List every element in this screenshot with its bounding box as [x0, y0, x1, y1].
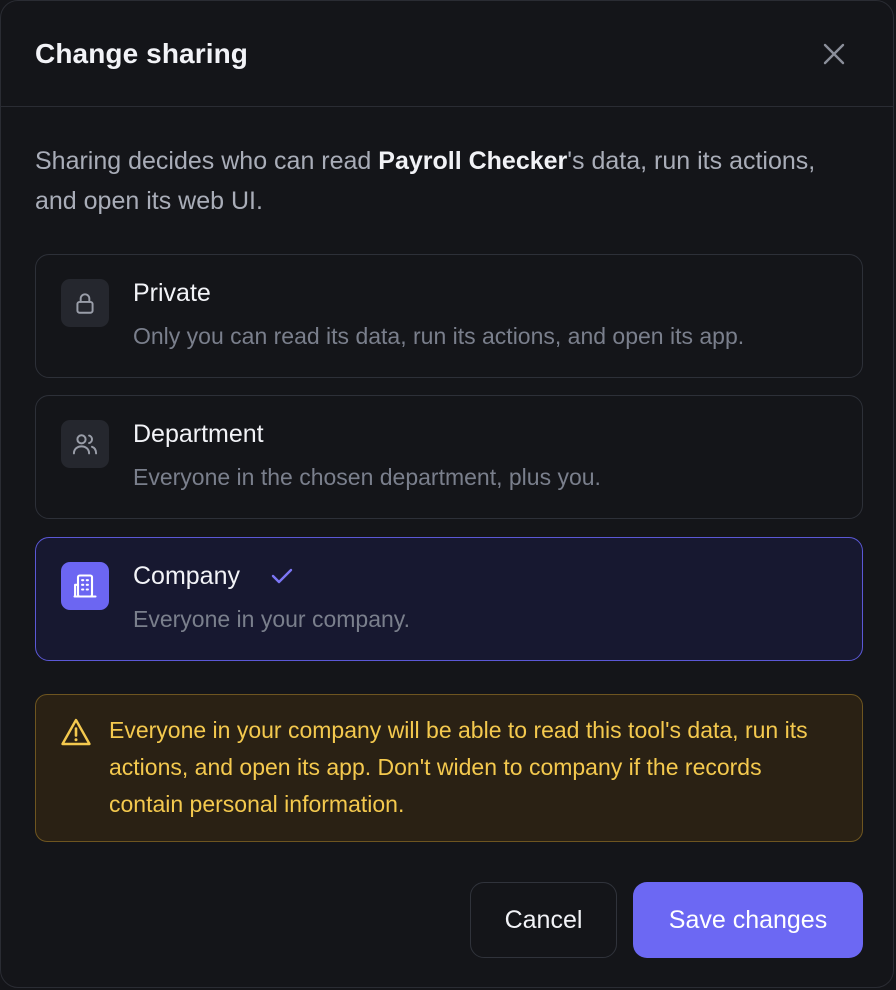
option-private[interactable]: Private Only you can read its data, run …	[35, 254, 863, 378]
check-icon	[271, 568, 293, 584]
option-description: Everyone in the chosen department, plus …	[133, 464, 601, 490]
description-text: Sharing decides who can read	[35, 147, 379, 175]
cancel-button[interactable]: Cancel	[470, 882, 617, 958]
option-department[interactable]: Department Everyone in the chosen depart…	[35, 395, 863, 519]
dialog-header: Change sharing	[1, 1, 893, 107]
dialog-description: Sharing decides who can read Payroll Che…	[35, 141, 855, 221]
option-description: Only you can read its data, run its acti…	[133, 323, 745, 349]
warning-icon	[61, 718, 91, 746]
lock-icon	[61, 279, 109, 327]
warning-text: Everyone in your company will be able to…	[109, 717, 808, 817]
change-sharing-dialog: Change sharing Sharing decides who can r…	[0, 0, 894, 988]
dialog-title: Change sharing	[35, 37, 248, 69]
option-title: Department	[133, 420, 264, 448]
option-title: Company	[133, 562, 240, 590]
save-changes-button[interactable]: Save changes	[633, 882, 863, 958]
option-description: Everyone in your company.	[133, 606, 410, 632]
option-company[interactable]: Company Everyone in your company.	[35, 537, 863, 661]
warning-banner: Everyone in your company will be able to…	[35, 694, 863, 842]
close-button[interactable]	[821, 41, 847, 67]
close-icon	[823, 43, 845, 65]
tool-name: Payroll Checker	[378, 147, 568, 175]
building-icon	[61, 562, 109, 610]
option-title: Private	[133, 279, 211, 307]
users-icon	[61, 420, 109, 468]
